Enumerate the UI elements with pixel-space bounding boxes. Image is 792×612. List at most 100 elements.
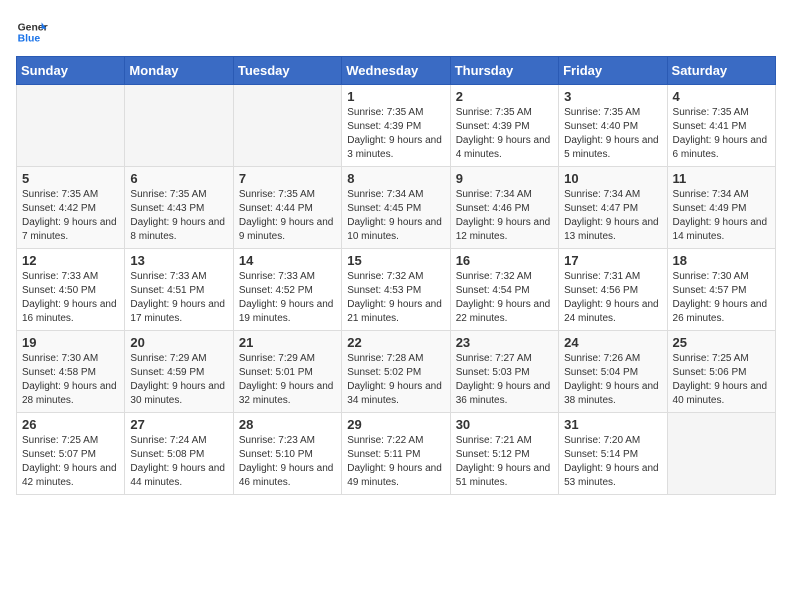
day-info: Sunrise: 7:35 AMSunset: 4:44 PMDaylight:… xyxy=(239,188,336,244)
day-info: Sunrise: 7:34 AMSunset: 4:47 PMDaylight:… xyxy=(564,188,661,244)
calendar-table: SundayMondayTuesdayWednesdayThursdayFrid… xyxy=(16,56,776,495)
page-header: General Blue xyxy=(16,16,776,48)
calendar-cell: 15 Sunrise: 7:32 AMSunset: 4:53 PMDayligh… xyxy=(342,249,450,331)
day-number: 13 xyxy=(130,253,227,268)
calendar-cell: 3Sunrise: 7:35 AMSunset: 4:40 PMDaylight… xyxy=(559,85,667,167)
day-info: Sunrise: 7:30 AMSunset: 4:58 PMDaylight:… xyxy=(22,352,119,408)
calendar-week-row: 1 Sunrise: 7:35 AMSunset: 4:39 PMDaylight… xyxy=(17,85,776,167)
day-info: Sunrise: 7:23 AMSunset: 5:10 PMDaylight:… xyxy=(239,434,336,490)
day-info: Sunrise: 7:29 AMSunset: 5:01 PMDaylight:… xyxy=(239,352,336,408)
weekday-header: Tuesday xyxy=(233,57,341,85)
day-info: Sunrise: 7:22 AMSunset: 5:11 PMDaylight:… xyxy=(347,434,444,490)
day-info: Sunrise: 7:35 AMSunset: 4:39 PMDaylight:… xyxy=(456,106,553,162)
day-number: 27 xyxy=(130,417,227,432)
day-number: 18 xyxy=(673,253,770,268)
calendar-cell: 18 Sunrise: 7:30 AMSunset: 4:57 PMDayligh… xyxy=(667,249,775,331)
day-info: Sunrise: 7:35 AMSunset: 4:43 PMDaylight:… xyxy=(130,188,227,244)
day-number: 1 xyxy=(347,89,444,104)
calendar-week-row: 5 Sunrise: 7:35 AMSunset: 4:42 PMDaylight… xyxy=(17,167,776,249)
calendar-cell: 29 Sunrise: 7:22 AMSunset: 5:11 PMDayligh… xyxy=(342,413,450,495)
day-info: Sunrise: 7:32 AMSunset: 4:54 PMDaylight:… xyxy=(456,270,553,326)
calendar-week-row: 19 Sunrise: 7:30 AMSunset: 4:58 PMDayligh… xyxy=(17,331,776,413)
day-number: 15 xyxy=(347,253,444,268)
calendar-week-row: 26 Sunrise: 7:25 AMSunset: 5:07 PMDayligh… xyxy=(17,413,776,495)
day-number: 28 xyxy=(239,417,336,432)
calendar-cell: 23 Sunrise: 7:27 AMSunset: 5:03 PMDayligh… xyxy=(450,331,558,413)
day-number: 10 xyxy=(564,171,661,186)
calendar-cell: 13 Sunrise: 7:33 AMSunset: 4:51 PMDayligh… xyxy=(125,249,233,331)
day-info: Sunrise: 7:25 AMSunset: 5:06 PMDaylight:… xyxy=(673,352,770,408)
day-number: 7 xyxy=(239,171,336,186)
day-number: 24 xyxy=(564,335,661,350)
day-number: 30 xyxy=(456,417,553,432)
day-info: Sunrise: 7:33 AMSunset: 4:50 PMDaylight:… xyxy=(22,270,119,326)
day-number: 2 xyxy=(456,89,553,104)
day-number: 31 xyxy=(564,417,661,432)
calendar-cell: 17 Sunrise: 7:31 AMSunset: 4:56 PMDayligh… xyxy=(559,249,667,331)
calendar-cell: 24Sunrise: 7:26 AMSunset: 5:04 PMDayligh… xyxy=(559,331,667,413)
weekday-header: Sunday xyxy=(17,57,125,85)
calendar-cell: 16 Sunrise: 7:32 AMSunset: 4:54 PMDayligh… xyxy=(450,249,558,331)
calendar-cell: 5 Sunrise: 7:35 AMSunset: 4:42 PMDaylight… xyxy=(17,167,125,249)
weekday-header: Monday xyxy=(125,57,233,85)
calendar-cell: 2 Sunrise: 7:35 AMSunset: 4:39 PMDaylight… xyxy=(450,85,558,167)
weekday-header: Saturday xyxy=(667,57,775,85)
weekday-header: Wednesday xyxy=(342,57,450,85)
calendar-cell: 8 Sunrise: 7:34 AMSunset: 4:45 PMDaylight… xyxy=(342,167,450,249)
day-number: 8 xyxy=(347,171,444,186)
calendar-cell: 7 Sunrise: 7:35 AMSunset: 4:44 PMDaylight… xyxy=(233,167,341,249)
day-number: 9 xyxy=(456,171,553,186)
calendar-cell xyxy=(233,85,341,167)
day-info: Sunrise: 7:33 AMSunset: 4:52 PMDaylight:… xyxy=(239,270,336,326)
calendar-cell: 27 Sunrise: 7:24 AMSunset: 5:08 PMDayligh… xyxy=(125,413,233,495)
day-number: 19 xyxy=(22,335,119,350)
day-number: 5 xyxy=(22,171,119,186)
weekday-header: Friday xyxy=(559,57,667,85)
day-info: Sunrise: 7:30 AMSunset: 4:57 PMDaylight:… xyxy=(673,270,770,326)
day-info: Sunrise: 7:21 AMSunset: 5:12 PMDaylight:… xyxy=(456,434,553,490)
day-info: Sunrise: 7:27 AMSunset: 5:03 PMDaylight:… xyxy=(456,352,553,408)
weekday-header: Thursday xyxy=(450,57,558,85)
calendar-cell xyxy=(17,85,125,167)
calendar-cell: 10 Sunrise: 7:34 AMSunset: 4:47 PMDayligh… xyxy=(559,167,667,249)
calendar-cell: 30 Sunrise: 7:21 AMSunset: 5:12 PMDayligh… xyxy=(450,413,558,495)
day-number: 21 xyxy=(239,335,336,350)
day-number: 26 xyxy=(22,417,119,432)
day-number: 17 xyxy=(564,253,661,268)
calendar-cell xyxy=(667,413,775,495)
calendar-cell: 14 Sunrise: 7:33 AMSunset: 4:52 PMDayligh… xyxy=(233,249,341,331)
calendar-cell: 6 Sunrise: 7:35 AMSunset: 4:43 PMDaylight… xyxy=(125,167,233,249)
calendar-cell: 25 Sunrise: 7:25 AMSunset: 5:06 PMDayligh… xyxy=(667,331,775,413)
day-info: Sunrise: 7:35 AMSunset: 4:42 PMDaylight:… xyxy=(22,188,119,244)
day-info: Sunrise: 7:25 AMSunset: 5:07 PMDaylight:… xyxy=(22,434,119,490)
day-number: 22 xyxy=(347,335,444,350)
day-number: 25 xyxy=(673,335,770,350)
calendar-cell: 21 Sunrise: 7:29 AMSunset: 5:01 PMDayligh… xyxy=(233,331,341,413)
calendar-cell: 19 Sunrise: 7:30 AMSunset: 4:58 PMDayligh… xyxy=(17,331,125,413)
day-number: 11 xyxy=(673,171,770,186)
day-info: Sunrise: 7:28 AMSunset: 5:02 PMDaylight:… xyxy=(347,352,444,408)
day-info: Sunrise: 7:34 AMSunset: 4:46 PMDaylight:… xyxy=(456,188,553,244)
day-info: Sunrise: 7:35 AMSunset: 4:39 PMDaylight:… xyxy=(347,106,444,162)
day-info: Sunrise: 7:33 AMSunset: 4:51 PMDaylight:… xyxy=(130,270,227,326)
calendar-cell: 28 Sunrise: 7:23 AMSunset: 5:10 PMDayligh… xyxy=(233,413,341,495)
day-info: Sunrise: 7:35 AMSunset: 4:41 PMDaylight:… xyxy=(673,106,770,162)
calendar-cell: 22 Sunrise: 7:28 AMSunset: 5:02 PMDayligh… xyxy=(342,331,450,413)
logo: General Blue xyxy=(16,16,52,48)
day-number: 14 xyxy=(239,253,336,268)
day-info: Sunrise: 7:31 AMSunset: 4:56 PMDaylight:… xyxy=(564,270,661,326)
calendar-cell: 26 Sunrise: 7:25 AMSunset: 5:07 PMDayligh… xyxy=(17,413,125,495)
day-number: 23 xyxy=(456,335,553,350)
day-number: 4 xyxy=(673,89,770,104)
day-info: Sunrise: 7:34 AMSunset: 4:45 PMDaylight:… xyxy=(347,188,444,244)
svg-text:Blue: Blue xyxy=(18,34,41,45)
logo-icon: General Blue xyxy=(16,16,48,48)
calendar-cell: 20Sunrise: 7:29 AMSunset: 4:59 PMDayligh… xyxy=(125,331,233,413)
day-number: 16 xyxy=(456,253,553,268)
day-info: Sunrise: 7:29 AMSunset: 4:59 PMDaylight:… xyxy=(130,352,227,408)
day-number: 6 xyxy=(130,171,227,186)
day-info: Sunrise: 7:20 AMSunset: 5:14 PMDaylight:… xyxy=(564,434,661,490)
day-info: Sunrise: 7:32 AMSunset: 4:53 PMDaylight:… xyxy=(347,270,444,326)
day-info: Sunrise: 7:24 AMSunset: 5:08 PMDaylight:… xyxy=(130,434,227,490)
day-number: 29 xyxy=(347,417,444,432)
